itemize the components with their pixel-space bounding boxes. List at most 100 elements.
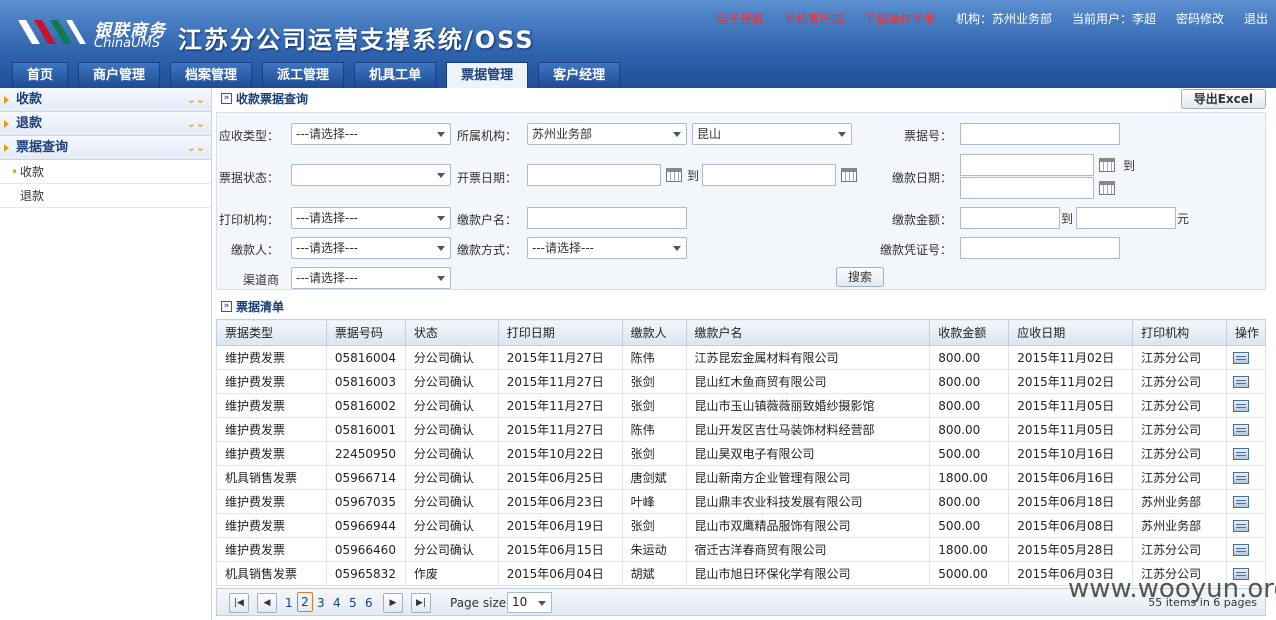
calendar-icon[interactable] — [841, 168, 857, 182]
receive-type-select[interactable]: ---请选择--- — [291, 123, 451, 145]
cell-payer-account: 昆山昊双电子有限公司 — [685, 441, 931, 466]
view-detail-icon[interactable] — [1233, 472, 1250, 484]
payer-account-input[interactable] — [527, 207, 687, 229]
view-detail-icon[interactable] — [1233, 376, 1250, 388]
page-link-current[interactable]: 2 — [297, 592, 313, 612]
table-row[interactable]: 维护费发票 05966944 分公司确认 2015年06月19日 张剑 昆山市双鹰精品服饰… — [216, 513, 1266, 538]
table-row[interactable]: 机具销售发票 05966714 分公司确认 2015年06月25日 唐剑斌 昆山新南方企业… — [216, 465, 1266, 490]
first-page-button[interactable]: |◀ — [229, 593, 249, 613]
table-row[interactable]: 维护费发票 05816004 分公司确认 2015年11月27日 陈伟 江苏昆宏金属材料有… — [216, 345, 1266, 370]
tab-home[interactable]: 首页 — [12, 62, 69, 88]
cell-print-date: 2015年11月27日 — [497, 417, 623, 442]
sidebar-item-refund[interactable]: 退款 — [0, 184, 211, 208]
download-manual-link[interactable]: 下载操作手册 — [864, 10, 936, 27]
logout-link[interactable]: 退出 — [1244, 10, 1268, 27]
page-link[interactable]: 4 — [333, 596, 341, 610]
channel-select[interactable]: ---请选择--- — [291, 267, 451, 289]
pay-date-from-input[interactable] — [960, 154, 1094, 176]
voucher-input[interactable] — [960, 237, 1120, 259]
mobile-client-link[interactable]: 手机客户端 — [784, 10, 844, 27]
col-print-org[interactable]: 打印机构 — [1132, 319, 1228, 346]
sidebar-item-label: 收款 — [20, 165, 45, 179]
payer-select[interactable]: ---请选择--- — [291, 237, 451, 259]
col-amount[interactable]: 收款金额 — [929, 319, 1010, 346]
search-button[interactable]: 搜索 — [836, 267, 884, 287]
change-password-link[interactable]: 密码修改 — [1176, 10, 1224, 27]
page-link[interactable]: 6 — [365, 596, 373, 610]
cell-bill-no: 05966714 — [325, 465, 406, 490]
view-detail-icon[interactable] — [1233, 520, 1250, 532]
calendar-icon[interactable] — [1099, 181, 1115, 195]
col-bill-type[interactable]: 票据类型 — [216, 319, 327, 346]
to-label: 到 — [1123, 159, 1136, 173]
pay-date-to-input[interactable] — [960, 177, 1094, 199]
col-due-date[interactable]: 应收日期 — [1008, 319, 1134, 346]
view-detail-icon[interactable] — [1233, 544, 1250, 556]
table-row[interactable]: 维护费发票 05816002 分公司确认 2015年11月27日 张剑 昆山市玉山镇薇薇丽… — [216, 393, 1266, 418]
sidebar-item-receive[interactable]: • 收款 — [0, 160, 211, 184]
sidebar-group-bill-query[interactable]: 票据查询 ⌄⌄ — [0, 136, 211, 160]
next-page-button[interactable]: ▶ — [383, 593, 403, 613]
col-payer[interactable]: 缴款人 — [621, 319, 687, 346]
prev-page-button[interactable]: ◀ — [257, 593, 277, 613]
pay-method-select[interactable]: ---请选择--- — [527, 237, 687, 259]
export-excel-button[interactable]: 导出Excel — [1180, 89, 1266, 109]
table-row[interactable]: 维护费发票 22450950 分公司确认 2015年10月22日 张剑 昆山昊双电子有限公… — [216, 441, 1266, 466]
dropdown-arrow-icon — [838, 132, 846, 137]
calendar-icon[interactable] — [666, 168, 682, 182]
org-select[interactable]: 苏州业务部 — [527, 123, 687, 145]
print-org-select[interactable]: ---请选择--- — [291, 207, 451, 229]
page-size-select[interactable]: 10 — [507, 592, 552, 613]
cell-payer-account: 昆山开发区吉仕马装饰材料经营部 — [685, 417, 931, 442]
org-sub-select[interactable]: 昆山 — [692, 123, 852, 145]
col-status[interactable]: 状态 — [404, 319, 499, 346]
sidebar-group-refund[interactable]: 退款 ⌄⌄ — [0, 112, 211, 136]
table-row[interactable]: 维护费发票 05816003 分公司确认 2015年11月27日 张剑 昆山红木鱼商贸有限… — [216, 369, 1266, 394]
tab-archive[interactable]: 档案管理 — [170, 62, 253, 88]
view-detail-icon[interactable] — [1233, 400, 1250, 412]
invoice-date-from-input[interactable] — [527, 164, 661, 186]
cell-amount: 500.00 — [929, 441, 1010, 466]
cell-payer-account: 昆山市双鹰精品服饰有限公司 — [685, 513, 931, 538]
pay-amount-from-input[interactable] — [960, 207, 1060, 229]
last-page-button[interactable]: ▶| — [411, 593, 431, 613]
view-detail-icon[interactable] — [1233, 424, 1250, 436]
page-link[interactable]: 3 — [317, 596, 325, 610]
invoice-date-to-input[interactable] — [702, 164, 836, 186]
collapse-icon[interactable]: » — [221, 301, 232, 312]
tab-merchant[interactable]: 商户管理 — [78, 62, 161, 88]
receive-type-value: ---请选择--- — [296, 127, 358, 141]
sidebar-group-label: 收款 — [16, 92, 43, 107]
page-link[interactable]: 1 — [285, 596, 293, 610]
view-detail-icon[interactable] — [1233, 352, 1250, 364]
bill-status-select[interactable] — [291, 164, 451, 186]
tab-dispatch[interactable]: 派工管理 — [262, 62, 345, 88]
cell-bill-type: 维护费发票 — [216, 489, 327, 514]
tab-bill-management[interactable]: 票据管理 — [446, 62, 529, 88]
table-header-row: 票据类型 票据号码 状态 打印日期 缴款人 缴款户名 收款金额 应收日期 打印机… — [216, 319, 1266, 346]
table-row[interactable]: 维护费发票 05816001 分公司确认 2015年11月27日 陈伟 昆山开发区吉仕马装… — [216, 417, 1266, 442]
cell-print-org: 苏州业务部 — [1132, 489, 1228, 514]
table-row[interactable]: 维护费发票 05967035 分公司确认 2015年06月23日 叶峰 昆山鼎丰农业科技发… — [216, 489, 1266, 514]
esign-link[interactable]: 电子签章 — [716, 10, 764, 27]
table-row[interactable]: 维护费发票 05966460 分公司确认 2015年06月15日 朱运动 宿迁古洋春商贸有… — [216, 537, 1266, 562]
page-link[interactable]: 5 — [349, 596, 357, 610]
bill-no-label: 票据号： — [903, 129, 952, 143]
cell-payer: 张剑 — [621, 393, 687, 418]
cell-amount: 800.00 — [929, 369, 1010, 394]
query-section-header: » 收款票据查询 导出Excel — [216, 88, 1276, 110]
list-section-title: 票据清单 — [236, 300, 285, 314]
collapse-icon[interactable]: » — [221, 93, 232, 104]
col-bill-no[interactable]: 票据号码 — [325, 319, 406, 346]
col-payer-account[interactable]: 缴款户名 — [685, 319, 931, 346]
tab-account-manager[interactable]: 客户经理 — [538, 62, 621, 88]
view-detail-icon[interactable] — [1233, 496, 1250, 508]
org-label: 所属机构： — [456, 129, 517, 143]
view-detail-icon[interactable] — [1233, 448, 1250, 460]
calendar-icon[interactable] — [1099, 158, 1115, 172]
sidebar-group-receive[interactable]: 收款 ⌄⌄ — [0, 88, 211, 112]
col-print-date[interactable]: 打印日期 — [497, 319, 623, 346]
pay-amount-to-input[interactable] — [1076, 207, 1176, 229]
bill-no-input[interactable] — [960, 123, 1120, 145]
tab-device-order[interactable]: 机具工单 — [354, 62, 437, 88]
